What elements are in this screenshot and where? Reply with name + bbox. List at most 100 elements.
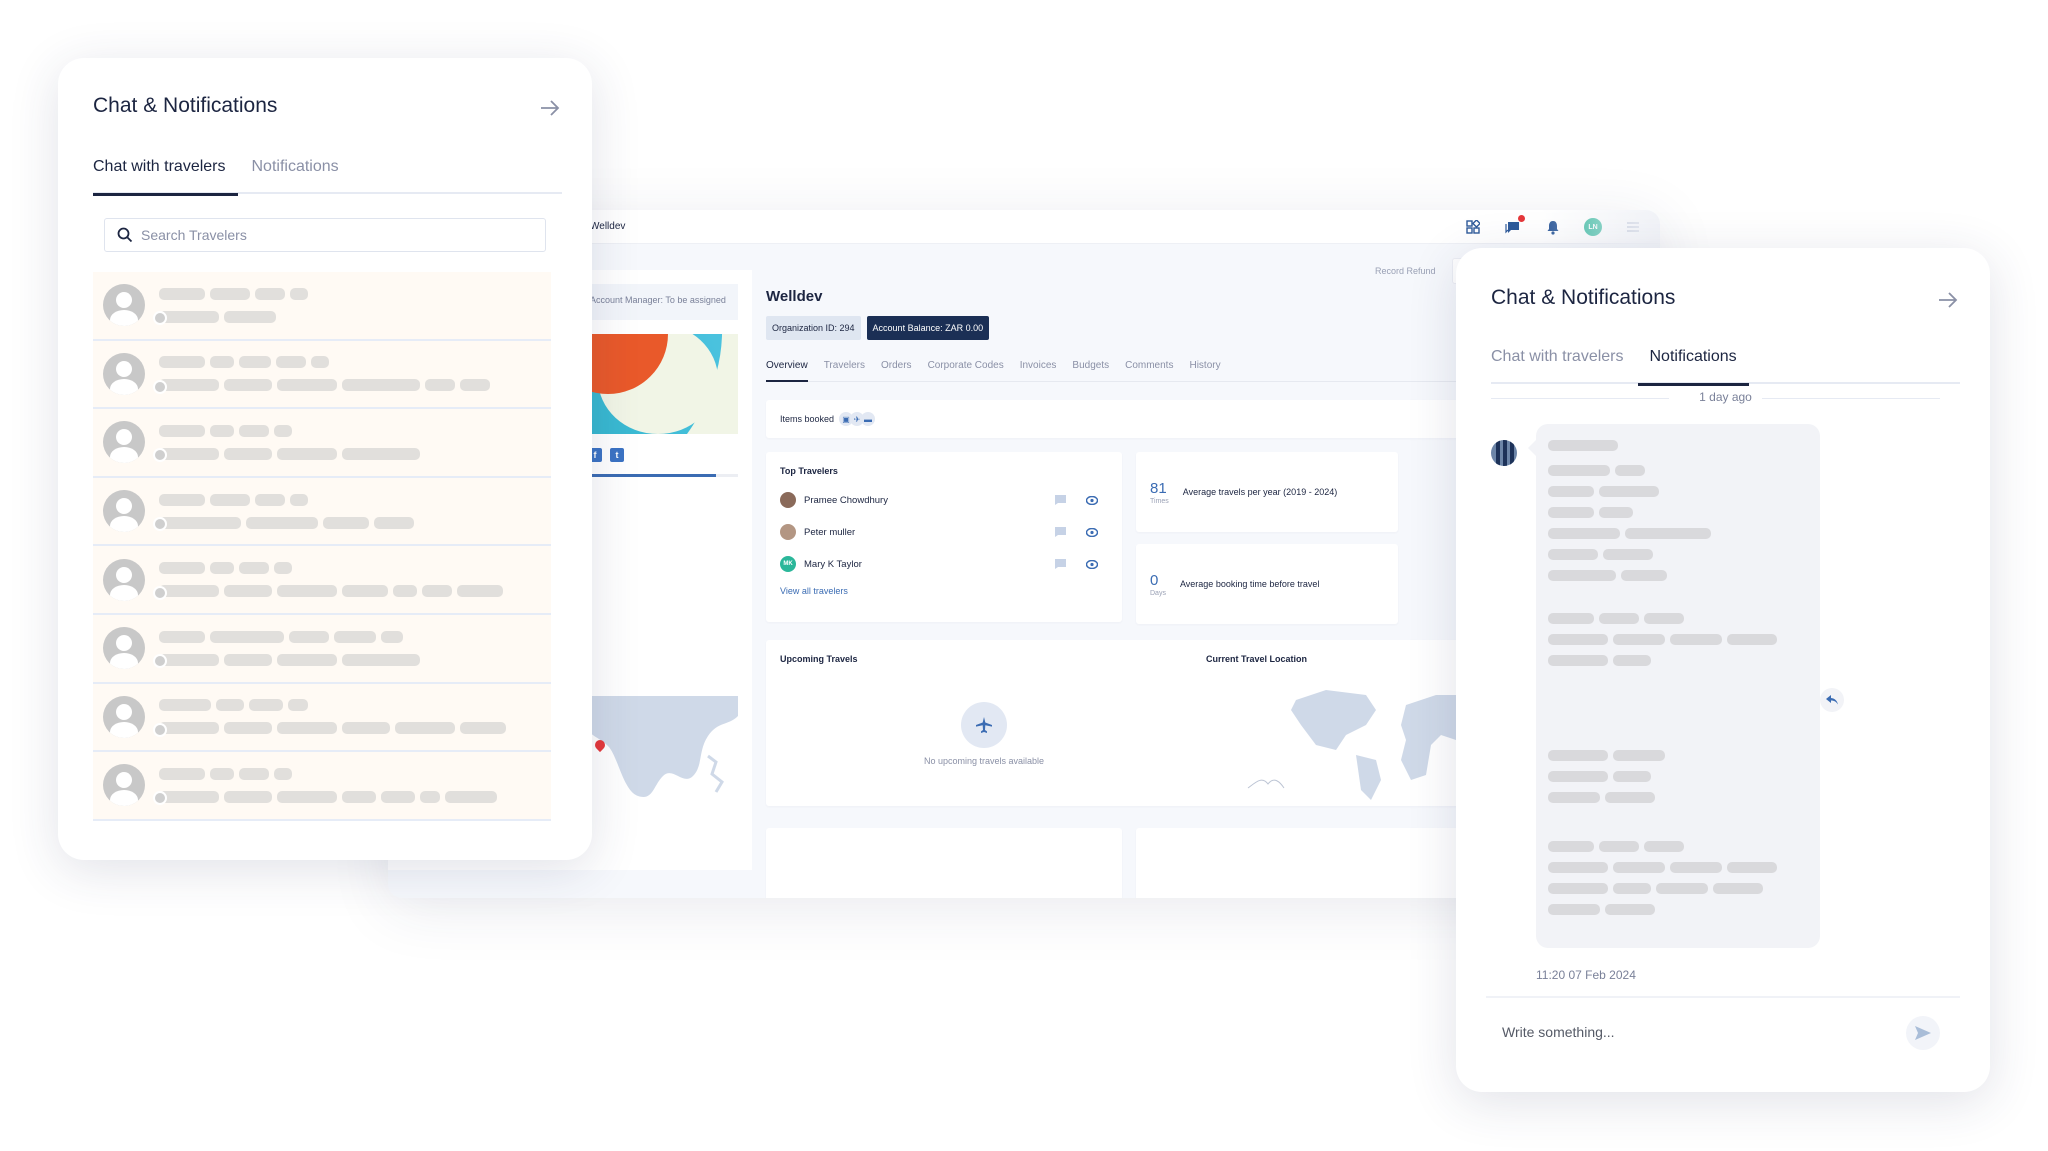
bell-icon[interactable] xyxy=(1544,218,1562,236)
skeleton-bar xyxy=(1605,792,1655,803)
skeleton-bar xyxy=(224,790,272,803)
tab-travelers[interactable]: Travelers xyxy=(824,360,881,381)
account-balance: Account Balance: ZAR 0.00 xyxy=(866,316,990,340)
skeleton-bar xyxy=(1613,655,1651,666)
traveler-avatar: MK xyxy=(780,556,796,572)
message-icon[interactable] xyxy=(1044,495,1076,505)
skeleton-bar xyxy=(277,653,337,666)
reply-icon[interactable] xyxy=(1820,688,1844,712)
tab-corporate-codes[interactable]: Corporate Codes xyxy=(928,360,1020,381)
chat-list-item[interactable] xyxy=(93,409,551,478)
skeleton-bar xyxy=(1548,634,1608,645)
chat-list-item[interactable] xyxy=(93,340,551,410)
skeleton-bar xyxy=(342,447,420,460)
arrow-right-icon[interactable] xyxy=(538,96,562,120)
skeleton-bar xyxy=(1548,440,1618,451)
tab-chat-with-travelers[interactable]: Chat with travelers xyxy=(1491,344,1624,384)
panel-tabs: Chat with travelers Notifications xyxy=(1491,344,1960,386)
skeleton-bar xyxy=(1713,883,1763,894)
skeleton-bar xyxy=(159,790,219,803)
skeleton-bar xyxy=(159,767,205,780)
org-tabs: Overview Travelers Orders Corporate Code… xyxy=(766,360,1526,382)
view-eye-icon[interactable] xyxy=(1076,559,1108,569)
chat-icon[interactable] xyxy=(1504,215,1525,236)
skeleton-bar xyxy=(255,493,285,506)
skeleton-bar xyxy=(334,630,376,643)
send-icon[interactable] xyxy=(1906,1016,1940,1050)
traveler-name[interactable]: Peter muller xyxy=(804,527,1044,538)
view-all-travelers-link[interactable]: View all travelers xyxy=(780,586,1108,596)
apps-grid-icon[interactable] xyxy=(1464,218,1482,236)
org-title: Welldev xyxy=(766,288,823,305)
tab-comments[interactable]: Comments xyxy=(1125,360,1189,381)
stat-label: Average booking time before travel xyxy=(1179,579,1320,589)
tab-orders[interactable]: Orders xyxy=(881,360,928,381)
skeleton-bar xyxy=(290,493,308,506)
skeleton-bar xyxy=(1613,750,1665,761)
current-location-title: Current Travel Location xyxy=(1206,654,1308,664)
no-upcoming-message: No upcoming travels available xyxy=(923,756,1045,766)
skeleton-bar xyxy=(381,790,415,803)
org-logo-banner xyxy=(588,334,738,434)
traveler-name[interactable]: Mary K Taylor xyxy=(804,559,1044,570)
skeleton-bar xyxy=(460,379,490,392)
skeleton-bar xyxy=(159,653,219,666)
skeleton-bar xyxy=(342,722,390,735)
view-eye-icon[interactable] xyxy=(1076,527,1108,537)
chat-list-item[interactable] xyxy=(93,752,551,821)
tab-notifications[interactable]: Notifications xyxy=(252,154,339,194)
skeleton-bar xyxy=(1656,883,1708,894)
skeleton-bar xyxy=(159,287,205,300)
menu-icon[interactable] xyxy=(1624,218,1642,236)
chat-list-item[interactable] xyxy=(93,477,551,547)
skeleton-bar xyxy=(1548,792,1600,803)
search-input[interactable] xyxy=(141,227,521,243)
skeleton-bar xyxy=(276,356,306,369)
user-avatar[interactable]: LN xyxy=(1584,218,1602,236)
stat-card-travels: 81 Times Average travels per year (2019 -… xyxy=(1136,452,1398,532)
user-placeholder-icon xyxy=(103,421,145,464)
skeleton-bar xyxy=(210,767,234,780)
skeleton-bar xyxy=(1644,613,1684,624)
skeleton-bar xyxy=(457,585,503,598)
record-refund-button[interactable]: Record Refund xyxy=(1365,258,1446,284)
tab-history[interactable]: History xyxy=(1189,360,1236,381)
tab-chat-with-travelers[interactable]: Chat with travelers xyxy=(93,154,237,196)
user-placeholder-icon xyxy=(103,764,145,807)
chat-list-item[interactable] xyxy=(93,614,551,684)
tab-notifications[interactable]: Notifications xyxy=(1637,344,1749,386)
skeleton-bar xyxy=(420,790,440,803)
skeleton-bar xyxy=(342,379,420,392)
tab-overview[interactable]: Overview xyxy=(766,360,808,382)
twitter-icon[interactable]: t xyxy=(610,448,624,462)
status-indicator xyxy=(153,585,167,600)
traveler-row: Peter muller xyxy=(780,516,1108,548)
traveler-row: MK Mary K Taylor xyxy=(780,548,1108,580)
chat-list-item[interactable] xyxy=(93,546,551,615)
breadcrumb[interactable]: Welldev xyxy=(590,221,625,232)
skeleton-bar xyxy=(1599,486,1659,497)
skeleton-bar xyxy=(159,310,219,323)
skeleton-bar xyxy=(255,287,285,300)
skeleton-bar xyxy=(289,630,329,643)
skeleton-bar xyxy=(342,585,388,598)
skeleton-bar xyxy=(290,287,308,300)
tab-invoices[interactable]: Invoices xyxy=(1020,360,1073,381)
status-indicator xyxy=(153,311,167,326)
skeleton-bar xyxy=(159,447,219,460)
hotel-icon: ▬ xyxy=(861,412,876,426)
view-eye-icon[interactable] xyxy=(1076,495,1108,505)
message-input[interactable] xyxy=(1502,1024,1882,1040)
skeleton-bar xyxy=(274,424,292,437)
chat-list-item[interactable] xyxy=(93,683,551,753)
chat-list-item[interactable] xyxy=(93,272,551,341)
traveler-avatar xyxy=(780,492,796,508)
skeleton-bar xyxy=(395,722,455,735)
user-placeholder-icon xyxy=(103,284,145,327)
arrow-right-icon[interactable] xyxy=(1936,288,1960,312)
message-icon[interactable] xyxy=(1044,527,1076,537)
traveler-name[interactable]: Pramee Chowdhury xyxy=(804,495,1044,506)
top-travelers-title: Top Travelers xyxy=(780,466,838,476)
tab-budgets[interactable]: Budgets xyxy=(1072,360,1125,381)
message-icon[interactable] xyxy=(1044,559,1076,569)
